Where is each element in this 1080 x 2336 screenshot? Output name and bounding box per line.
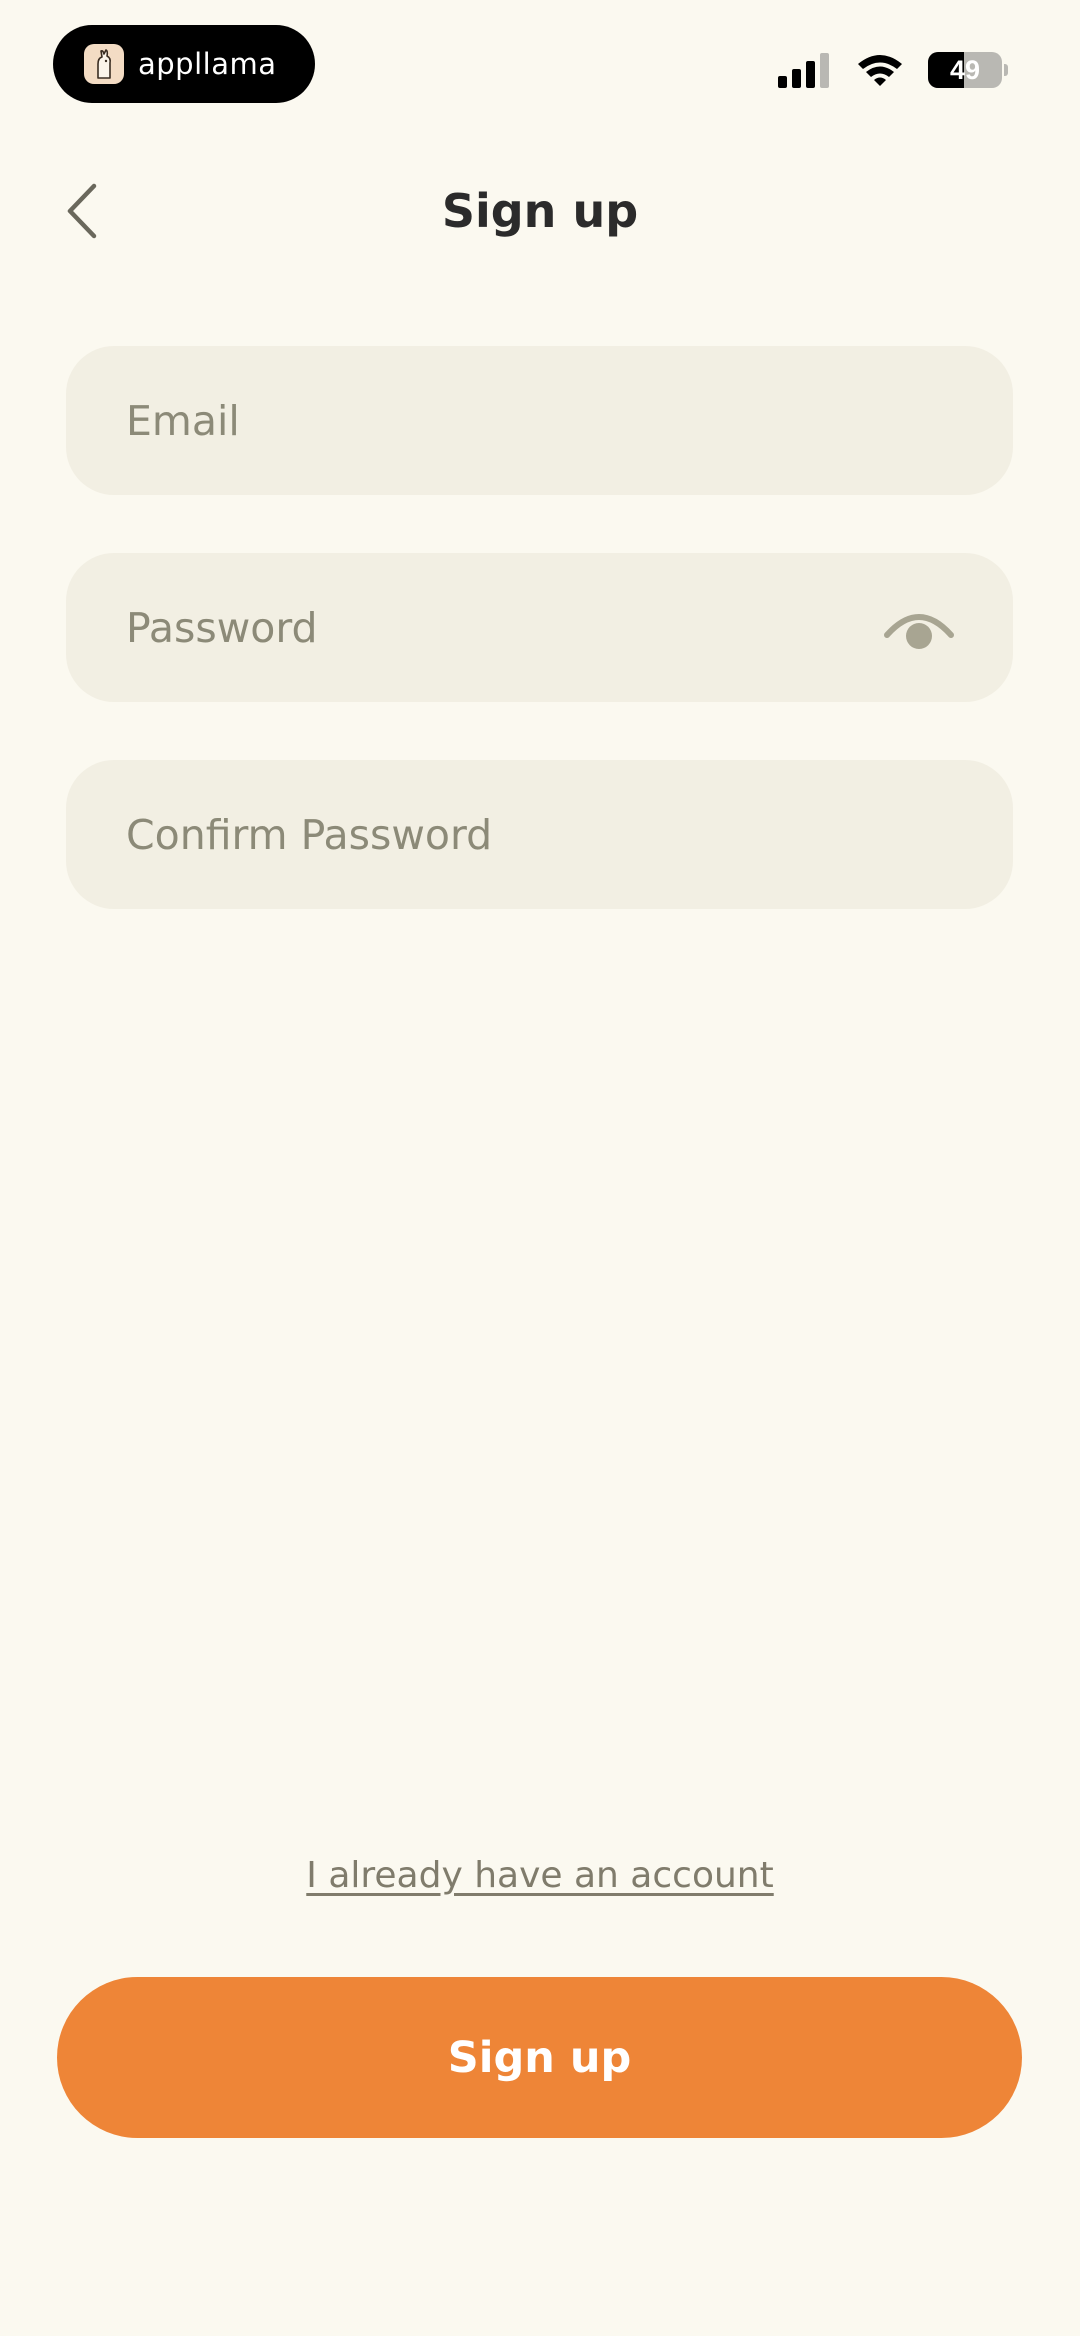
password-input[interactable] [124, 602, 908, 653]
page-title: Sign up [441, 184, 639, 238]
password-field[interactable] [66, 553, 1013, 702]
sign-up-button[interactable]: Sign up [57, 1977, 1022, 2138]
app-indicator-pill[interactable]: appllama [53, 25, 315, 103]
eye-icon [884, 613, 954, 649]
confirm-password-input[interactable] [124, 809, 908, 860]
wifi-icon [858, 55, 902, 86]
battery-percent: 49 [949, 54, 981, 85]
app-name: appllama [138, 47, 277, 81]
status-icons: 49 [778, 52, 1008, 88]
battery-nub [1004, 64, 1008, 76]
llama-app-icon [84, 44, 124, 84]
battery-indicator: 49 [928, 52, 1002, 88]
email-input[interactable] [124, 395, 908, 446]
already-have-account-link[interactable]: I already have an account [0, 1855, 1080, 1896]
confirm-password-field[interactable] [66, 760, 1013, 909]
toggle-password-visibility-button[interactable] [883, 603, 955, 653]
email-field[interactable] [66, 346, 1013, 495]
cellular-signal-icon [778, 53, 829, 88]
